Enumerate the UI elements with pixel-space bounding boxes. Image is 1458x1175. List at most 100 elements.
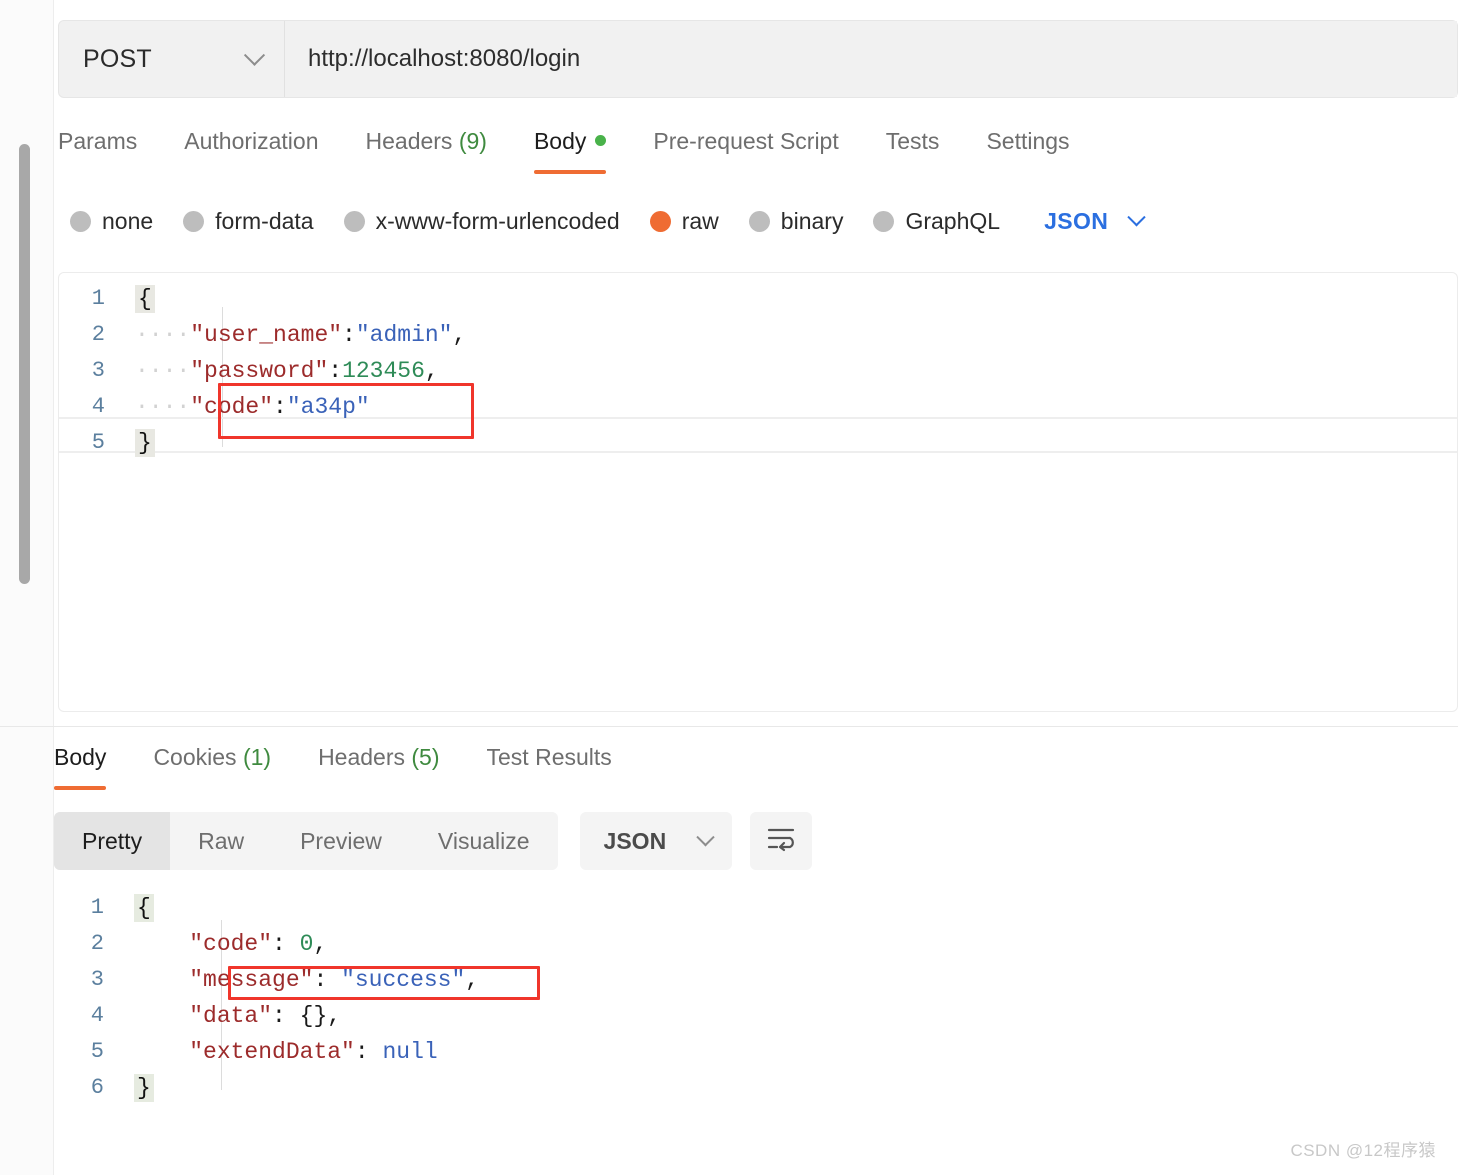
radio-icon [343, 210, 365, 232]
token: "code" [190, 394, 274, 420]
token: } [135, 429, 155, 457]
response-view-toolbar: Pretty Raw Preview Visualize JSON [54, 812, 812, 870]
line-number: 3 [90, 967, 104, 992]
wrap-lines-button[interactable] [749, 812, 812, 870]
response-body-line: 4 "data": {}, [58, 998, 1438, 1034]
response-view-raw[interactable]: Raw [170, 812, 272, 870]
line-number: 5 [90, 1039, 104, 1064]
tab-label: Body [533, 128, 587, 154]
token: "extendData" [189, 1039, 355, 1065]
response-view-pretty[interactable]: Pretty [54, 812, 171, 870]
chevron-down-icon [695, 827, 715, 846]
token: "a34p" [286, 394, 370, 420]
response-tab-bar: Body Cookies (1) Headers (5) Test Results [54, 740, 659, 792]
request-tab-tests[interactable]: Tests [886, 124, 940, 177]
line-number: 4 [91, 394, 105, 419]
chevron-down-icon [1127, 207, 1146, 226]
line-content: "data": {}, [134, 998, 1438, 1034]
response-view-preview[interactable]: Preview [272, 812, 410, 870]
token: 0 [299, 931, 314, 957]
token: , [452, 322, 467, 348]
request-tab-authorization[interactable]: Authorization [184, 124, 318, 177]
body-present-dot-icon [595, 135, 607, 146]
token: : [272, 1003, 300, 1029]
request-tab-pre-request-script[interactable]: Pre-request Script [653, 124, 838, 177]
line-content: { [135, 281, 1457, 317]
body-type-radio-none[interactable]: none [70, 208, 153, 235]
body-type-radio-binary[interactable]: binary [748, 207, 844, 235]
body-type-radio-raw[interactable]: raw [649, 207, 719, 235]
tab-label: Settings [986, 128, 1070, 154]
token: "success" [341, 967, 466, 993]
token: null [382, 1039, 438, 1065]
radio-label: x-www-form-urlencoded [375, 207, 620, 234]
line-number: 5 [91, 430, 105, 455]
token: , [465, 967, 480, 993]
response-format-select[interactable]: JSON [579, 812, 732, 870]
token: : [328, 358, 343, 384]
line-content: } [135, 425, 1457, 461]
response-body-code: 1{2 "code": 0, 3 "message": "success", 4 "… [58, 890, 1438, 1106]
response-body-line: 1{ [58, 890, 1438, 926]
response-tab-body[interactable]: Body [54, 740, 107, 793]
vertical-scrollbar-thumb[interactable] [19, 144, 30, 584]
response-tab-cookies[interactable]: Cookies (1) [153, 740, 271, 793]
response-body-line: 5 "extendData": null [58, 1034, 1438, 1070]
token: ···· [135, 394, 191, 420]
radio-icon [649, 210, 671, 232]
raw-language-label: JSON [1044, 207, 1109, 234]
body-type-radio-x-www-form-urlencoded[interactable]: x-www-form-urlencoded [343, 207, 620, 235]
token: : [342, 322, 356, 348]
segment-label: Visualize [437, 827, 530, 854]
response-tab-test-results[interactable]: Test Results [487, 740, 612, 793]
request-body-line: 2 ····"user_name":"admin", [59, 317, 1457, 353]
token: , [327, 1003, 342, 1029]
request-tab-settings[interactable]: Settings [986, 124, 1069, 177]
raw-language-select[interactable]: JSON [1044, 207, 1146, 235]
request-body-code: 1{2 ····"user_name":"admin", 3 ····"passwor… [59, 273, 1457, 461]
line-number: 3 [91, 358, 105, 383]
tab-count: (9) [458, 128, 487, 154]
request-url-input[interactable] [285, 21, 1457, 97]
request-tab-body[interactable]: Body [533, 124, 607, 177]
line-number: 4 [90, 1003, 104, 1028]
chevron-down-icon [243, 44, 266, 66]
request-tab-params[interactable]: Params [58, 124, 137, 177]
http-method-select[interactable]: POST [59, 21, 285, 97]
radio-label: form-data [215, 207, 314, 234]
radio-label: binary [780, 207, 844, 234]
response-body-viewer[interactable]: 1{2 "code": 0, 3 "message": "success", 4 "… [58, 890, 1438, 1106]
radio-label: raw [681, 207, 719, 234]
request-url-bar: POST [58, 20, 1458, 98]
line-content: } [134, 1070, 1438, 1106]
radio-icon [748, 210, 770, 232]
segment-label: Raw [198, 827, 245, 854]
response-tab-headers[interactable]: Headers (5) [318, 740, 439, 793]
token: {} [299, 1003, 328, 1029]
token: ···· [135, 358, 191, 384]
token: "password" [190, 358, 329, 384]
response-view-visualize[interactable]: Visualize [410, 812, 558, 870]
token: ···· [135, 322, 191, 348]
token: "message" [189, 967, 314, 993]
line-number: 6 [90, 1075, 104, 1100]
line-content: "code": 0, [134, 926, 1438, 962]
tab-count: (5) [411, 744, 440, 770]
tab-label: Test Results [486, 744, 612, 770]
line-content: ····"password":123456, [135, 353, 1457, 389]
tab-label: Headers [318, 744, 405, 770]
token: , [424, 358, 439, 384]
line-number: 2 [90, 931, 104, 956]
http-method-label: POST [83, 44, 152, 73]
tab-label: Tests [885, 128, 940, 154]
request-tab-headers[interactable]: Headers (9) [366, 124, 487, 177]
request-body-editor[interactable]: 1{2 ····"user_name":"admin", 3 ····"passwor… [58, 272, 1458, 712]
request-body-line: 1{ [59, 281, 1457, 317]
line-number: 2 [91, 322, 105, 347]
body-type-radio-form-data[interactable]: form-data [183, 207, 314, 235]
body-type-radio-graphql[interactable]: GraphQL [873, 208, 1000, 235]
token: "code" [189, 931, 273, 957]
